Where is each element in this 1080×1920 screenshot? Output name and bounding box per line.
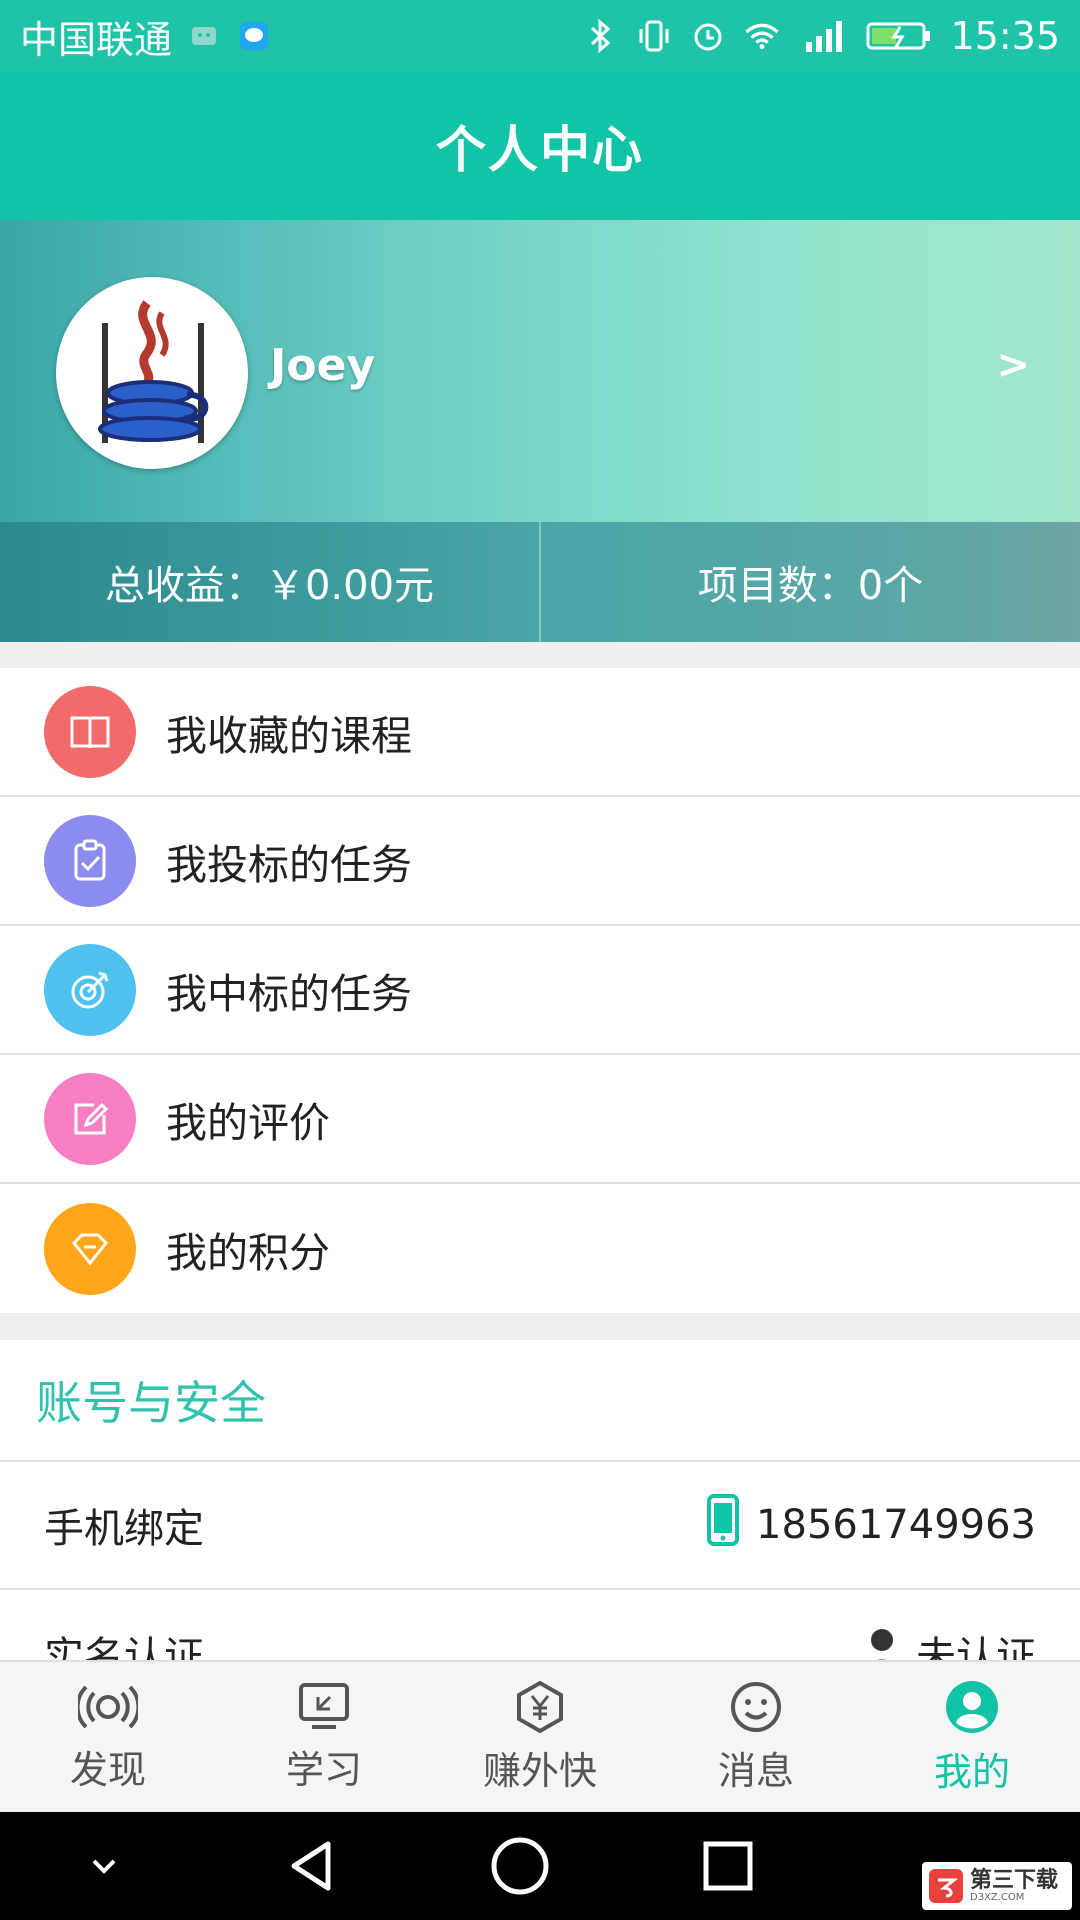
user-icon [946,1680,998,1733]
target-icon [44,943,136,1036]
watermark-sub: D3XZ.COM [970,1891,1025,1903]
tab-mine[interactable]: 我的 [864,1662,1080,1812]
hide-keyboard-button[interactable] [64,1826,144,1906]
android-icon [186,18,222,54]
watermark-title: 第三下载 [970,1867,1059,1893]
tab-study[interactable]: 学习 [216,1662,432,1812]
phone-binding-row[interactable]: 手机绑定 18561749963 [0,1462,1080,1590]
phone-binding-label: 手机绑定 [44,1506,204,1552]
edit-icon [44,1072,136,1165]
book-icon [44,685,136,778]
d3xz-logo-icon [929,1869,963,1903]
project-count: 项目数：0个 [697,563,924,609]
watermark-text-group: 第三下载 D3XZ.COM [970,1867,1059,1903]
home-circle-icon [491,1837,549,1895]
clipboard-check-icon [44,814,136,907]
clock-label: 15:35 [950,14,1060,58]
back-triangle-icon [291,1841,331,1891]
phone-number: 18561749963 [756,1502,1036,1548]
monitor-icon [299,1682,349,1729]
menu-item-label: 我的积分 [166,1228,330,1277]
username: Joey [270,340,376,391]
phone-binding-value-group: 18561749963 [706,1493,1036,1557]
tab-label: 消息 [717,1748,794,1793]
system-nav-bar [0,1812,1080,1920]
java-coffee-cup-icon [62,283,242,463]
chevron-down-icon [92,1859,116,1874]
profile-arrow-icon[interactable]: > [996,342,1030,388]
menu-item-label: 我中标的任务 [166,969,412,1018]
menu-item-label: 我收藏的课程 [166,711,412,760]
bluetooth-icon [582,18,618,54]
profile-header[interactable]: Joey > [0,220,1080,522]
smiley-icon [731,1681,781,1732]
menu-item-bid-tasks[interactable]: 我投标的任务 [0,797,1080,926]
tab-label: 发现 [69,1747,146,1792]
home-button[interactable] [480,1826,560,1906]
watermark-logo: 第三下载 D3XZ.COM [922,1862,1072,1910]
yuan-hexagon-icon [517,1680,563,1733]
recents-square-icon [703,1841,753,1891]
back-button[interactable] [272,1826,352,1906]
tab-label: 赚外快 [482,1748,597,1793]
menu-list: 我收藏的课程 我投标的任务 我中标的任务 我的评价 我的积分 [0,668,1080,1313]
menu-item-reviews[interactable]: 我的评价 [0,1055,1080,1184]
status-right: 15:35 [582,14,1060,58]
wifi-icon [744,18,780,54]
status-bar: 中国联通 15:35 [0,0,1080,72]
message-icon [236,18,272,54]
menu-item-favorite-courses[interactable]: 我收藏的课程 [0,668,1080,797]
diamond-icon [44,1202,136,1295]
tab-earn-extra[interactable]: 赚外快 [432,1662,648,1812]
tab-discover[interactable]: 发现 [0,1662,216,1812]
menu-item-label: 我的评价 [166,1098,330,1147]
phone-icon [706,1493,740,1557]
page-title: 个人中心 [436,121,644,179]
signal-icon [798,18,848,54]
avatar[interactable] [56,277,248,469]
app-bar: 个人中心 [0,72,1080,220]
broadcast-icon [78,1685,138,1728]
total-earnings: 总收益：￥0.00元 [104,563,435,609]
vibrate-icon [636,18,672,54]
tab-messages[interactable]: 消息 [648,1662,864,1812]
section-title: 账号与安全 [0,1340,1080,1462]
menu-item-label: 我投标的任务 [166,840,412,889]
stats-bar: 总收益：￥0.00元 项目数：0个 [0,522,1080,642]
menu-item-points[interactable]: 我的积分 [0,1184,1080,1313]
tab-label: 学习 [285,1747,362,1792]
menu-item-won-tasks[interactable]: 我中标的任务 [0,926,1080,1055]
status-left: 中国联通 [20,9,272,64]
recents-button[interactable] [688,1826,768,1906]
tab-label: 我的 [933,1749,1010,1794]
alarm-icon [690,18,726,54]
battery-icon [866,18,932,54]
carrier-label: 中国联通 [20,17,173,62]
bottom-tab-bar: 发现 学习 赚外快 消息 我的 [0,1660,1080,1812]
